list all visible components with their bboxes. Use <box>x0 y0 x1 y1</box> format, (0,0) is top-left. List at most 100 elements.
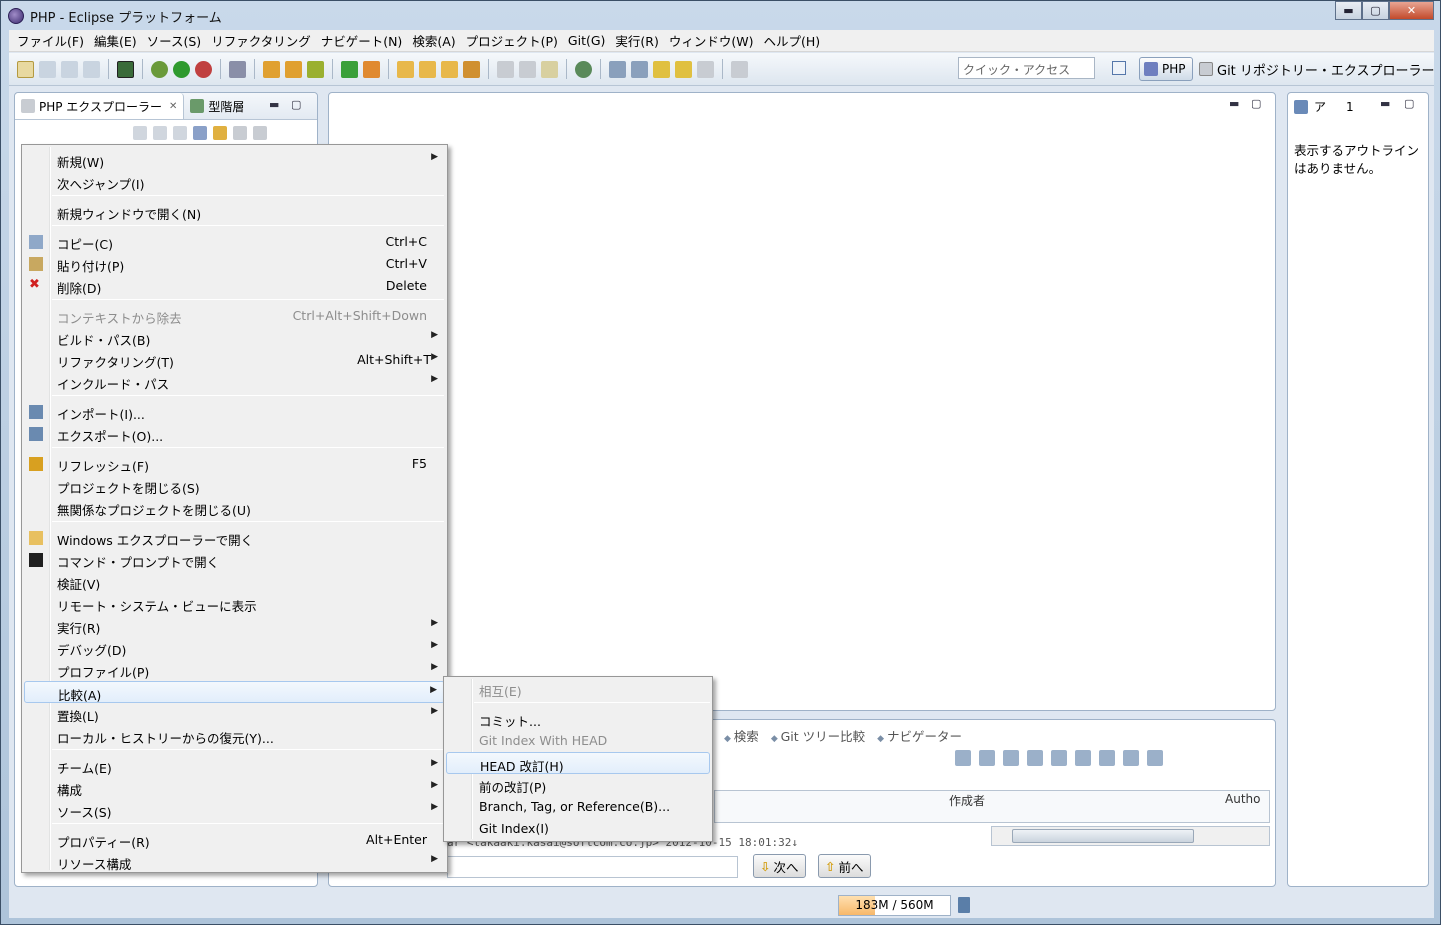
next-annotation-icon[interactable] <box>609 60 626 78</box>
compare-submenu-item[interactable]: 前の改訂(P) <box>446 774 710 796</box>
context-menu-item[interactable]: 無関係なプロジェクトを閉じる(U) <box>24 497 445 519</box>
new-interface-icon[interactable] <box>363 60 380 78</box>
context-menu-item[interactable]: 比較(A) ▶ <box>24 681 445 703</box>
context-menu-item[interactable]: ローカル・ヒストリーからの復元(Y)... <box>24 725 445 747</box>
tab-type-hierarchy[interactable]: 型階層 <box>184 93 250 119</box>
context-menu-item[interactable]: デバッグ(D) ▶ <box>24 637 445 659</box>
link-editor-icon[interactable] <box>213 126 227 140</box>
overflow-tabs-count[interactable]: 1 <box>1346 100 1354 114</box>
compare-submenu-item[interactable]: HEAD 改訂(H) <box>446 752 710 774</box>
block-select-icon[interactable] <box>519 60 536 78</box>
menu-project[interactable]: プロジェクト(P) <box>461 31 563 50</box>
open-project-icon[interactable] <box>419 60 436 78</box>
menu-refactor[interactable]: リファクタリング <box>206 31 316 50</box>
maximize-outline-icon[interactable]: ▢ <box>1404 97 1414 110</box>
context-menu-item[interactable]: コピー(C) Ctrl+C <box>24 231 445 253</box>
context-menu-item[interactable]: プロファイル(P) ▶ <box>24 659 445 681</box>
annotation-icon[interactable] <box>497 60 514 78</box>
up-nav-icon[interactable] <box>173 126 187 140</box>
open-type-icon[interactable] <box>263 60 280 78</box>
pin-icon[interactable] <box>731 60 748 78</box>
minimize-editor-icon[interactable]: ▬ <box>1229 97 1239 110</box>
forward-nav-icon[interactable] <box>153 126 167 140</box>
new-class-icon[interactable] <box>341 60 358 78</box>
print-icon[interactable] <box>83 60 100 78</box>
column-author-email[interactable]: Autho <box>1225 792 1260 806</box>
open-folder-icon[interactable] <box>397 60 414 78</box>
context-menu-item[interactable]: リソース構成 ▶ <box>24 851 445 873</box>
context-menu-item[interactable]: プロパティー(R) Alt+Enter <box>24 829 445 851</box>
context-menu-item[interactable]: 新規(W) ▶ <box>24 149 445 171</box>
back-nav-icon[interactable] <box>133 126 147 140</box>
context-menu-item[interactable]: ソース(S) ▶ <box>24 799 445 821</box>
menu-edit[interactable]: 編集(E) <box>89 31 142 50</box>
close-tab-icon[interactable]: ✕ <box>169 101 177 112</box>
compare-mode-icon[interactable] <box>1099 750 1115 766</box>
context-menu-item[interactable]: エクスポート(O)... <box>24 423 445 445</box>
menu-file[interactable]: ファイル(F) <box>12 31 89 50</box>
minimize-button[interactable]: ▬ <box>1335 1 1362 20</box>
skip-breakpoints-icon[interactable] <box>229 60 246 78</box>
tab-search[interactable]: 検索 <box>724 726 759 745</box>
perspective-php-button[interactable]: PHP <box>1139 57 1193 81</box>
menu-navigate[interactable]: ナビゲート(N) <box>316 31 408 50</box>
menu-window[interactable]: ウィンドウ(W) <box>664 31 759 50</box>
tab-navigator[interactable]: ナビゲーター <box>877 726 962 745</box>
menu-git[interactable]: Git(G) <box>563 33 611 48</box>
show-all-icon[interactable] <box>1123 750 1139 766</box>
search-tool-icon[interactable] <box>463 60 480 78</box>
perspective-git-button[interactable]: Git リポジトリー・エクスプローラー <box>1199 57 1435 81</box>
menu-run[interactable]: 実行(R) <box>610 31 663 50</box>
filter-icon[interactable] <box>233 126 247 140</box>
menu-help[interactable]: ヘルプ(H) <box>759 31 826 50</box>
context-menu-item[interactable]: 置換(L) ▶ <box>24 703 445 725</box>
minimize-outline-icon[interactable]: ▬ <box>1380 97 1390 110</box>
outline-icon[interactable] <box>1294 99 1308 114</box>
toggle-mark-icon[interactable] <box>117 60 134 78</box>
branch-icon[interactable] <box>1075 750 1091 766</box>
editor-area[interactable]: ▬ ▢ <box>328 92 1276 711</box>
compare-submenu-item[interactable]: Branch, Tag, or Reference(B)... <box>446 796 710 818</box>
tab-php-explorer[interactable]: PHP エクスプローラー ✕ <box>15 93 185 119</box>
save-all-icon[interactable] <box>61 60 78 78</box>
last-edit-icon[interactable] <box>653 60 670 78</box>
context-menu-item[interactable]: 新規ウィンドウで開く(N) <box>24 201 445 223</box>
debug-icon[interactable] <box>151 60 168 78</box>
back-icon[interactable] <box>675 60 692 78</box>
maximize-editor-icon[interactable]: ▢ <box>1251 97 1261 110</box>
open-resource-icon[interactable] <box>307 60 324 78</box>
context-menu-item[interactable]: 検証(V) <box>24 571 445 593</box>
layout-icon[interactable] <box>1147 750 1163 766</box>
search-history-icon[interactable] <box>1051 750 1067 766</box>
column-author[interactable]: 作成者 <box>949 792 985 809</box>
context-menu-item[interactable]: Windows エクスプローラーで開く <box>24 527 445 549</box>
menu-search[interactable]: 検索(A) <box>407 31 460 50</box>
run-icon[interactable] <box>173 60 190 78</box>
external-tools-icon[interactable] <box>195 60 212 78</box>
context-menu-item[interactable]: 構成 ▶ <box>24 777 445 799</box>
whitespace-icon[interactable] <box>541 60 558 78</box>
context-menu-item[interactable]: チーム(E) ▶ <box>24 755 445 777</box>
compare-submenu-item[interactable]: コミット... <box>446 708 710 730</box>
context-menu-item[interactable]: リファクタリング(T) Alt+Shift+T ▶ <box>24 349 445 371</box>
find-input[interactable] <box>447 856 738 878</box>
context-menu-item[interactable]: 次へジャンプ(I) <box>24 171 445 193</box>
context-menu-item[interactable]: リモート・システム・ビューに表示 <box>24 593 445 615</box>
maximize-button[interactable]: ▢ <box>1362 1 1389 20</box>
new-icon[interactable] <box>17 60 34 78</box>
context-menu-item[interactable]: コマンド・プロンプトで開く <box>24 549 445 571</box>
filter-history-icon[interactable] <box>1027 750 1043 766</box>
context-menu-item[interactable]: ✖ 削除(D) Delete <box>24 275 445 297</box>
quick-access-input[interactable]: クイック・アクセス <box>958 57 1095 79</box>
compare-submenu-item[interactable]: Git Index(I) <box>446 818 710 840</box>
pin-history-icon[interactable] <box>1003 750 1019 766</box>
context-menu-item[interactable]: プロジェクトを閉じる(S) <box>24 475 445 497</box>
close-button[interactable]: ✕ <box>1389 1 1434 20</box>
refresh-history-icon[interactable] <box>955 750 971 766</box>
forward-icon[interactable] <box>697 60 714 78</box>
previous-button[interactable]: ⇧ 前へ <box>818 854 871 878</box>
context-menu-item[interactable]: リフレッシュ(F) F5 <box>24 453 445 475</box>
menu-source[interactable]: ソース(S) <box>142 31 207 50</box>
link-history-icon[interactable] <box>979 750 995 766</box>
context-menu-item[interactable]: ビルド・パス(B) ▶ <box>24 327 445 349</box>
